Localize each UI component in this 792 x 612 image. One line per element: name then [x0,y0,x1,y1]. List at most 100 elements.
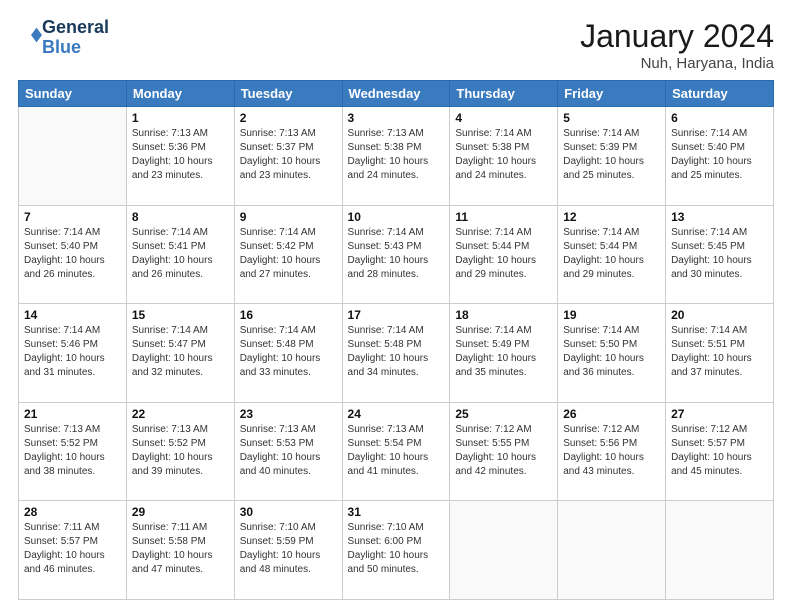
table-row: 22 Sunrise: 7:13 AM Sunset: 5:52 PM Dayli… [126,402,234,501]
day-number: 27 [671,407,768,421]
day-number: 9 [240,210,337,224]
day-number: 10 [348,210,445,224]
day-info: Sunrise: 7:14 AM Sunset: 5:40 PM Dayligh… [671,127,768,183]
day-info: Sunrise: 7:13 AM Sunset: 5:38 PM Dayligh… [348,127,445,183]
day-number: 7 [24,210,121,224]
day-info: Sunrise: 7:14 AM Sunset: 5:48 PM Dayligh… [240,324,337,380]
day-info: Sunrise: 7:14 AM Sunset: 5:46 PM Dayligh… [24,324,121,380]
day-number: 6 [671,111,768,125]
day-info: Sunrise: 7:12 AM Sunset: 5:56 PM Dayligh… [563,423,660,479]
day-info: Sunrise: 7:14 AM Sunset: 5:43 PM Dayligh… [348,226,445,282]
day-info: Sunrise: 7:14 AM Sunset: 5:45 PM Dayligh… [671,226,768,282]
table-row: 1 Sunrise: 7:13 AM Sunset: 5:36 PM Daylig… [126,107,234,206]
day-info: Sunrise: 7:11 AM Sunset: 5:57 PM Dayligh… [24,521,121,577]
col-wednesday: Wednesday [342,81,450,107]
day-info: Sunrise: 7:13 AM Sunset: 5:37 PM Dayligh… [240,127,337,183]
table-row: 25 Sunrise: 7:12 AM Sunset: 5:55 PM Dayli… [450,402,558,501]
day-info: Sunrise: 7:14 AM Sunset: 5:50 PM Dayligh… [563,324,660,380]
table-row: 27 Sunrise: 7:12 AM Sunset: 5:57 PM Dayli… [666,402,774,501]
table-row: 31Sunrise: 7:10 AM Sunset: 6:00 PM Dayli… [342,501,450,600]
table-row: 8 Sunrise: 7:14 AM Sunset: 5:41 PM Daylig… [126,205,234,304]
table-row: 16 Sunrise: 7:14 AM Sunset: 5:48 PM Dayli… [234,304,342,403]
table-row: 29 Sunrise: 7:11 AM Sunset: 5:58 PM Dayli… [126,501,234,600]
table-row: 14 Sunrise: 7:14 AM Sunset: 5:46 PM Dayli… [19,304,127,403]
day-info: Sunrise: 7:11 AM Sunset: 5:58 PM Dayligh… [132,521,229,577]
table-row: 21Sunrise: 7:13 AM Sunset: 5:52 PM Dayli… [19,402,127,501]
col-thursday: Thursday [450,81,558,107]
subtitle: Nuh, Haryana, India [580,55,774,72]
logo-text: General Blue [42,18,109,58]
day-number: 1 [132,111,229,125]
table-row: 11 Sunrise: 7:14 AM Sunset: 5:44 PM Dayli… [450,205,558,304]
calendar-week-row: 21 Sunrise: 7:13 AM Sunset: 5:52 PM Dayli… [19,402,774,501]
day-number: 12 [563,210,660,224]
day-info: Sunrise: 7:13 AM Sunset: 5:52 PM Dayligh… [132,423,229,479]
col-sunday: Sunday [19,81,127,107]
col-tuesday: Tuesday [234,81,342,107]
title-area: January 2024 Nuh, Haryana, India [580,18,774,72]
main-title: January 2024 [580,18,774,55]
table-row: 18Sunrise: 7:14 AM Sunset: 5:49 PM Dayli… [450,304,558,403]
table-row: 6 Sunrise: 7:14 AM Sunset: 5:40 PM Daylig… [666,107,774,206]
day-info: Sunrise: 7:14 AM Sunset: 5:44 PM Dayligh… [455,226,552,282]
day-number: 30 [240,505,337,519]
day-info: Sunrise: 7:14 AM Sunset: 5:41 PM Dayligh… [132,226,229,282]
day-number: 29 [132,505,229,519]
calendar-week-row: 14 Sunrise: 7:14 AM Sunset: 5:46 PM Dayli… [19,304,774,403]
table-row: 9 Sunrise: 7:14 AM Sunset: 5:42 PM Daylig… [234,205,342,304]
table-row: 3 Sunrise: 7:13 AM Sunset: 5:38 PM Daylig… [342,107,450,206]
calendar-week-row: 7 Sunrise: 7:14 AM Sunset: 5:40 PM Daylig… [19,205,774,304]
day-info: Sunrise: 7:13 AM Sunset: 5:36 PM Dayligh… [132,127,229,183]
day-info: Sunrise: 7:14 AM Sunset: 5:48 PM Dayligh… [348,324,445,380]
day-info: Sunrise: 7:12 AM Sunset: 5:55 PM Dayligh… [455,423,552,479]
table-row: 24 Sunrise: 7:13 AM Sunset: 5:54 PM Dayli… [342,402,450,501]
table-row: 15 Sunrise: 7:14 AM Sunset: 5:47 PM Dayli… [126,304,234,403]
day-number: 31 [348,505,445,519]
day-number: 3 [348,111,445,125]
table-row: 20Sunrise: 7:14 AM Sunset: 5:51 PM Dayli… [666,304,774,403]
day-info: Sunrise: 7:12 AM Sunset: 5:57 PM Dayligh… [671,423,768,479]
day-info: Sunrise: 7:14 AM Sunset: 5:40 PM Dayligh… [24,226,121,282]
calendar-week-row: 1 Sunrise: 7:13 AM Sunset: 5:36 PM Daylig… [19,107,774,206]
calendar-table: Sunday Monday Tuesday Wednesday Thursday… [18,80,774,600]
day-number: 4 [455,111,552,125]
day-number: 28 [24,505,121,519]
day-number: 17 [348,308,445,322]
table-row: 7 Sunrise: 7:14 AM Sunset: 5:40 PM Daylig… [19,205,127,304]
day-number: 25 [455,407,552,421]
header: General Blue January 2024 Nuh, Haryana, … [18,18,774,72]
col-monday: Monday [126,81,234,107]
day-number: 2 [240,111,337,125]
col-friday: Friday [558,81,666,107]
table-row [558,501,666,600]
calendar-header-row: Sunday Monday Tuesday Wednesday Thursday… [19,81,774,107]
day-number: 11 [455,210,552,224]
table-row: 19Sunrise: 7:14 AM Sunset: 5:50 PM Dayli… [558,304,666,403]
day-number: 16 [240,308,337,322]
table-row: 5Sunrise: 7:14 AM Sunset: 5:39 PM Daylig… [558,107,666,206]
logo-icon [20,24,42,46]
day-info: Sunrise: 7:14 AM Sunset: 5:42 PM Dayligh… [240,226,337,282]
table-row [19,107,127,206]
day-number: 14 [24,308,121,322]
table-row: 2 Sunrise: 7:13 AM Sunset: 5:37 PM Daylig… [234,107,342,206]
table-row: 26 Sunrise: 7:12 AM Sunset: 5:56 PM Dayli… [558,402,666,501]
day-number: 24 [348,407,445,421]
day-number: 8 [132,210,229,224]
table-row: 28 Sunrise: 7:11 AM Sunset: 5:57 PM Dayli… [19,501,127,600]
day-number: 15 [132,308,229,322]
logo: General Blue [18,18,109,58]
day-info: Sunrise: 7:13 AM Sunset: 5:54 PM Dayligh… [348,423,445,479]
day-number: 21 [24,407,121,421]
table-row: 10 Sunrise: 7:14 AM Sunset: 5:43 PM Dayli… [342,205,450,304]
day-number: 23 [240,407,337,421]
day-info: Sunrise: 7:14 AM Sunset: 5:47 PM Dayligh… [132,324,229,380]
table-row: 4 Sunrise: 7:14 AM Sunset: 5:38 PM Daylig… [450,107,558,206]
table-row: 30Sunrise: 7:10 AM Sunset: 5:59 PM Dayli… [234,501,342,600]
table-row [666,501,774,600]
day-number: 26 [563,407,660,421]
day-info: Sunrise: 7:14 AM Sunset: 5:44 PM Dayligh… [563,226,660,282]
day-number: 22 [132,407,229,421]
day-info: Sunrise: 7:14 AM Sunset: 5:38 PM Dayligh… [455,127,552,183]
day-info: Sunrise: 7:14 AM Sunset: 5:51 PM Dayligh… [671,324,768,380]
